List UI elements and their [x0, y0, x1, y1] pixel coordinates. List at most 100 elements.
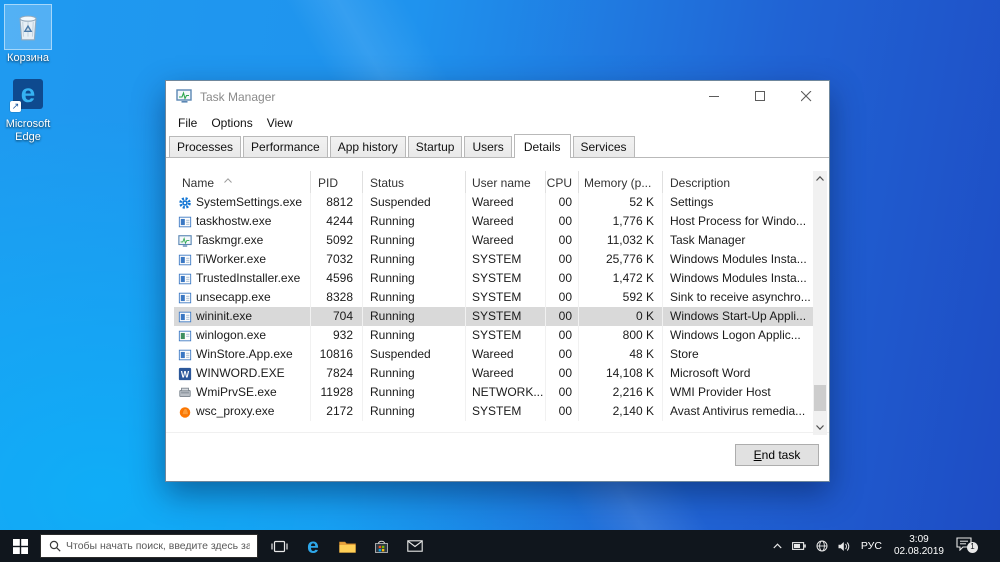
cell-c5: 592 K — [579, 288, 663, 307]
table-row[interactable]: unsecapp.exe 8328 Running SYSTEM 00 592 K Sink… — [174, 288, 813, 307]
column-header-user-name[interactable]: User name — [466, 171, 546, 193]
cell-c6: Windows Modules Insta... — [670, 271, 807, 285]
cell-c4: 00 — [546, 307, 579, 326]
scroll-up-button[interactable] — [813, 171, 827, 186]
window-title: Task Manager — [200, 89, 276, 104]
cell-c5: 2,140 K — [579, 402, 663, 421]
tray-expand-button[interactable] — [768, 530, 787, 562]
edge-icon: e ↗ — [10, 79, 43, 112]
table-row[interactable]: WmiPrvSE.exe 11928 Running NETWORK... 00 2,21… — [174, 383, 813, 402]
cell-c6: Microsoft Word — [670, 366, 751, 380]
column-header-cpu[interactable]: CPU — [546, 171, 579, 193]
column-header-pid[interactable]: PID — [311, 171, 363, 193]
tab-processes[interactable]: Processes — [169, 136, 242, 157]
title-bar[interactable]: Task Manager — [166, 81, 829, 112]
process-name: taskhostw.exe — [196, 214, 272, 228]
tab-users[interactable]: Users — [464, 136, 512, 157]
cell-c3: Wareed — [466, 364, 546, 383]
sort-ascending-icon — [224, 172, 232, 186]
app-icon — [178, 253, 192, 267]
cell-c1: 4244 — [311, 212, 363, 231]
shortcut-arrow-icon: ↗ — [10, 101, 21, 112]
desktop-icon-microsoft-edge[interactable]: e ↗ Microsoft Edge — [0, 72, 56, 143]
cell-c6: Store — [670, 347, 699, 361]
cell-c4: 00 — [546, 383, 579, 402]
task-view-button[interactable] — [262, 530, 296, 562]
cell-c4: 00 — [546, 326, 579, 345]
store-button[interactable] — [364, 530, 398, 562]
cell-c2: Running — [363, 250, 466, 269]
battery-icon[interactable] — [787, 530, 811, 562]
column-header-description[interactable]: Description — [663, 171, 813, 193]
process-name: TrustedInstaller.exe — [196, 271, 301, 285]
vertical-scrollbar[interactable] — [813, 171, 827, 435]
cell-name: WmiPrvSE.exe — [174, 383, 311, 402]
avast-icon — [178, 405, 192, 419]
file-explorer-button[interactable] — [330, 530, 364, 562]
cell-c1: 5092 — [311, 231, 363, 250]
app-icon — [178, 310, 192, 324]
tab-app-history[interactable]: App history — [329, 136, 406, 157]
tab-performance[interactable]: Performance — [243, 136, 328, 157]
cell-name: wsc_proxy.exe — [174, 402, 311, 421]
menu-options[interactable]: Options — [204, 114, 259, 132]
table-row[interactable]: SystemSettings.exe 8812 Suspended Wareed 00 5… — [174, 193, 813, 212]
table-row[interactable]: winlogon.exe 932 Running SYSTEM 00 800 K Windo… — [174, 326, 813, 345]
column-header-memory[interactable]: Memory (p... — [579, 171, 663, 193]
table-row[interactable]: Taskmgr.exe 5092 Running Wareed 00 11,032 K Ta… — [174, 231, 813, 250]
taskbar-clock[interactable]: 3:09 02.08.2019 — [888, 534, 950, 559]
maximize-button[interactable] — [737, 81, 783, 112]
cell-c6: Windows Start-Up Appli... — [670, 309, 807, 323]
network-icon[interactable] — [811, 530, 833, 562]
close-button[interactable] — [783, 81, 829, 112]
end-task-button[interactable]: End task — [735, 444, 819, 466]
taskbar-search[interactable] — [40, 534, 258, 558]
cell-name: winlogon.exe — [174, 326, 311, 345]
search-input[interactable] — [66, 540, 250, 552]
table-row[interactable]: TiWorker.exe 7032 Running SYSTEM 00 25,776 K W… — [174, 250, 813, 269]
taskbar-edge-button[interactable]: e — [296, 530, 330, 562]
table-row[interactable]: W WINWORD.EXE 7824 Running Wareed 00 14,108 K M… — [174, 364, 813, 383]
process-name: Taskmgr.exe — [196, 233, 264, 247]
cell-name: taskhostw.exe — [174, 212, 311, 231]
table-row[interactable]: TrustedInstaller.exe 4596 Running SYSTEM 00 1… — [174, 269, 813, 288]
column-header-status[interactable]: Status — [363, 171, 466, 193]
tab-startup[interactable]: Startup — [407, 136, 463, 157]
cell-c6: Host Process for Windo... — [670, 214, 807, 228]
cell-c1: 704 — [311, 307, 363, 326]
table-row[interactable]: wininit.exe 704 Running SYSTEM 00 0 K Windows … — [174, 307, 813, 326]
app-icon — [178, 348, 192, 362]
column-header-name[interactable]: Name — [174, 171, 311, 193]
tab-details[interactable]: Details — [513, 134, 571, 158]
language-indicator[interactable]: РУС — [855, 540, 888, 552]
table-row[interactable]: WinStore.App.exe 10816 Suspended Wareed 00 48… — [174, 345, 813, 364]
cell-c1: 11928 — [311, 383, 363, 402]
table-row[interactable]: taskhostw.exe 4244 Running Wareed 00 1,776 K H… — [174, 212, 813, 231]
scrollbar-thumb[interactable] — [814, 385, 826, 411]
cell-c2: Running — [363, 231, 466, 250]
cell-c4: 00 — [546, 231, 579, 250]
recycle-bin-icon — [11, 7, 45, 48]
gear-icon — [178, 196, 192, 210]
edge-icon: e — [307, 534, 319, 558]
cell-name: TiWorker.exe — [174, 250, 311, 269]
cell-c5: 14,108 K — [579, 364, 663, 383]
start-button[interactable] — [0, 530, 40, 562]
tab-services[interactable]: Services — [572, 136, 635, 157]
cell-c5: 48 K — [579, 345, 663, 364]
cell-c4: 00 — [546, 345, 579, 364]
cell-c5: 800 K — [579, 326, 663, 345]
process-name: wsc_proxy.exe — [196, 404, 275, 418]
menu-view[interactable]: View — [260, 114, 300, 132]
action-center-button[interactable]: 1 — [950, 536, 978, 556]
table-header: Name PID Status User name CPU Memory (p.… — [174, 171, 813, 193]
desktop-icon-recycle-bin[interactable]: Корзина — [0, 4, 56, 65]
table-row[interactable]: wsc_proxy.exe 2172 Running SYSTEM 00 2,140 K A… — [174, 402, 813, 421]
volume-icon[interactable] — [833, 530, 855, 562]
minimize-button[interactable] — [691, 81, 737, 112]
menu-file[interactable]: File — [171, 114, 204, 132]
mail-button[interactable] — [398, 530, 432, 562]
process-name: WINWORD.EXE — [196, 366, 285, 380]
cell-c2: Suspended — [363, 193, 466, 212]
cell-name: WinStore.App.exe — [174, 345, 311, 364]
